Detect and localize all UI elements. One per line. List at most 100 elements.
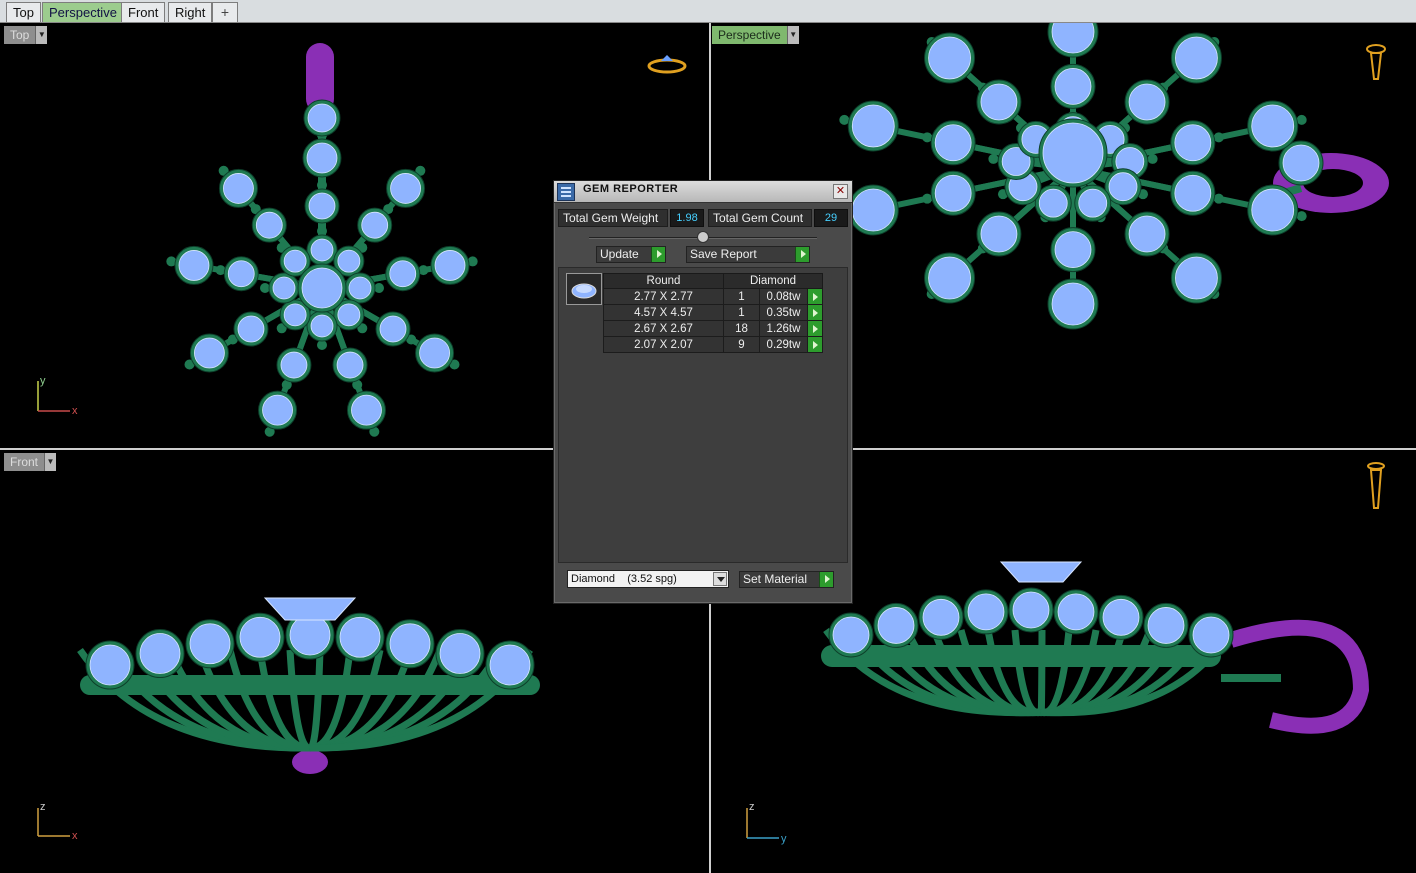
gem-stone: [361, 211, 389, 239]
close-icon[interactable]: ✕: [833, 184, 848, 199]
play-arrow-icon[interactable]: [807, 288, 823, 305]
gem-count: 18: [723, 320, 760, 337]
play-arrow-icon[interactable]: [807, 304, 823, 321]
viewport-top-label[interactable]: Top ▼: [4, 26, 48, 44]
prong-rod: [286, 649, 311, 752]
gem-stone: [306, 142, 338, 174]
gem-stone: [1078, 188, 1108, 218]
set-material-button[interactable]: Set Material: [739, 571, 834, 588]
center-stone: [263, 597, 357, 621]
round-gem-icon[interactable]: [566, 273, 602, 305]
tab-top[interactable]: Top: [6, 2, 41, 22]
column-header-material: Diamond: [723, 273, 823, 289]
chevron-down-icon[interactable]: ▼: [35, 26, 48, 44]
gem-count: 1: [723, 304, 760, 321]
play-arrow-icon[interactable]: [807, 336, 823, 353]
gem-count: 1: [723, 288, 760, 305]
gem-stone: [308, 192, 336, 220]
tab-front[interactable]: Front: [121, 2, 166, 22]
gem-stone: [1251, 104, 1295, 148]
table-row[interactable]: 2.77 X 2.77 1 0.08tw: [603, 288, 823, 305]
gem-weight: 0.35tw: [759, 304, 808, 321]
play-arrow-icon[interactable]: [651, 247, 665, 262]
viewport-perspective-label[interactable]: Perspective ▼: [712, 26, 799, 44]
prong-tip: [1296, 114, 1307, 125]
gem-stone: [1057, 593, 1095, 631]
gem-stone: [390, 173, 421, 204]
tab-right[interactable]: Right: [168, 2, 213, 22]
gem-stone: [272, 276, 296, 300]
gem-stone: [1054, 68, 1092, 105]
prong-tip: [988, 153, 999, 164]
svg-text:y: y: [40, 375, 46, 387]
gem-stone: [928, 36, 971, 80]
gem-stone: [289, 614, 331, 656]
update-button[interactable]: Update: [596, 246, 666, 263]
prong-tip: [922, 193, 933, 204]
total-gem-weight-label: Total Gem Weight: [558, 209, 668, 227]
viewport-tab-strip: Top Perspective Front Right +: [0, 0, 1416, 23]
gem-reporter-app-icon: [557, 183, 575, 201]
chevron-down-icon[interactable]: [713, 572, 727, 586]
gem-stone: [379, 315, 407, 343]
gem-stone: [301, 267, 343, 309]
panel-slider-knob[interactable]: [697, 231, 709, 243]
chevron-down-icon[interactable]: ▼: [786, 26, 799, 44]
table-row[interactable]: 2.07 X 2.07 9 0.29tw: [603, 336, 823, 353]
gem-stone: [194, 337, 225, 369]
play-arrow-icon[interactable]: [807, 320, 823, 337]
gem-weight: 1.26tw: [759, 320, 808, 337]
gem-stone: [283, 303, 307, 327]
dialog-title: GEM REPORTER: [583, 183, 679, 195]
play-arrow-icon[interactable]: [819, 572, 833, 587]
gem-size: 2.07 X 2.07: [603, 336, 724, 353]
gem-stone: [1175, 36, 1218, 80]
gem-stone: [1147, 607, 1185, 644]
add-tab-button[interactable]: +: [212, 2, 238, 22]
save-report-button[interactable]: Save Report: [686, 246, 810, 263]
total-gem-count-label: Total Gem Count: [708, 209, 812, 227]
viewport-front-label[interactable]: Front ▼: [4, 453, 57, 471]
column-header-shape: Round: [603, 273, 724, 289]
gem-stone: [1054, 231, 1092, 269]
gem-stone: [419, 337, 450, 369]
gem-list-panel: Round Diamond 2.77 X 2.77 1 0.08tw 4.57 …: [558, 267, 848, 563]
table-row[interactable]: 2.67 X 2.67 18 1.26tw: [603, 320, 823, 337]
gallery-band: [80, 675, 540, 695]
gem-stone: [255, 211, 283, 239]
gallery-band: [821, 645, 1221, 667]
prong-tip: [922, 132, 933, 143]
svg-text:y: y: [781, 833, 787, 845]
prong-rod: [1011, 629, 1043, 717]
gem-stone: [227, 260, 255, 288]
chevron-down-icon[interactable]: ▼: [44, 453, 57, 471]
pendant-preview-icon: [1367, 462, 1385, 509]
gem-stone: [439, 633, 481, 674]
gem-stone: [832, 616, 870, 654]
gem-stone: [336, 351, 364, 379]
dialog-titlebar[interactable]: GEM REPORTER ✕: [554, 181, 852, 203]
play-arrow-icon[interactable]: [795, 247, 809, 262]
gem-weight: 0.29tw: [759, 336, 808, 353]
material-select-value: Diamond (3.52 spg): [571, 573, 677, 585]
total-gem-weight-value: 1.98: [670, 209, 704, 227]
prong-tip: [1296, 211, 1307, 222]
gem-stone: [851, 188, 895, 232]
tab-perspective[interactable]: Perspective: [42, 2, 124, 22]
gem-stone: [1282, 144, 1320, 182]
axis-icon: z x: [37, 801, 78, 842]
gem-stone: [434, 250, 466, 281]
gem-stone: [237, 315, 265, 343]
gem-stone: [262, 394, 293, 426]
ring-preview-icon: [647, 55, 687, 74]
material-select[interactable]: Diamond (3.52 spg): [567, 570, 729, 588]
gem-stone: [223, 173, 254, 204]
viewport-top-name: Top: [4, 26, 36, 44]
gem-stone: [1038, 188, 1068, 218]
gem-stone: [1175, 256, 1218, 300]
table-row[interactable]: 4.57 X 4.57 1 0.35tw: [603, 304, 823, 321]
gem-stone: [967, 593, 1005, 631]
set-material-button-label: Set Material: [743, 572, 808, 586]
center-stone: [999, 561, 1083, 583]
prong-tip: [1213, 132, 1224, 143]
